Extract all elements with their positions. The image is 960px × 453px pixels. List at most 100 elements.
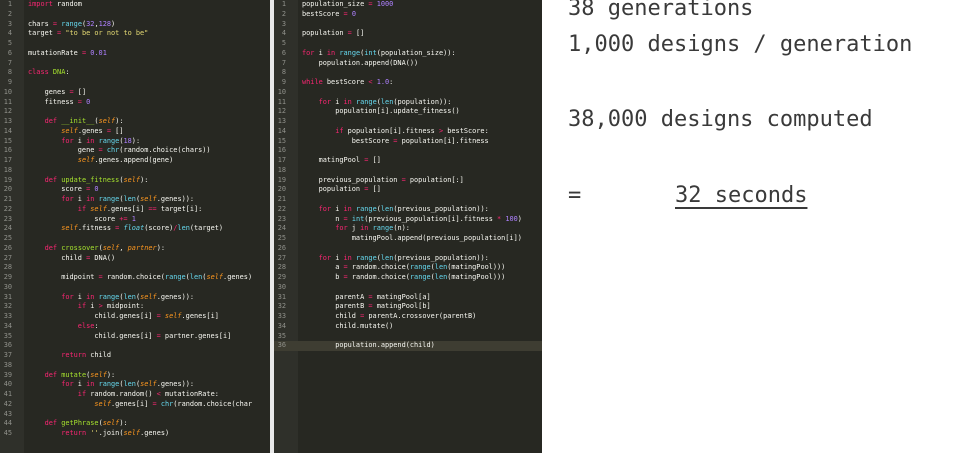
code-line[interactable]: 24 self.fitness = float(score)/len(targe… [0,224,270,234]
code-line[interactable]: 6 mutationRate = 0.01 [0,49,270,59]
code-line[interactable]: 38 [0,361,270,371]
code-line[interactable]: 28 [0,263,270,273]
line-number: 3 [281,19,286,28]
code-line[interactable]: 4 population = [] [274,29,542,39]
code-line[interactable]: 22 for i in range(len(previous_populatio… [274,205,542,215]
code-line[interactable]: 14 self.genes = [] [0,127,270,137]
code-line[interactable]: 5 [274,39,542,49]
code-line[interactable]: 34 child.mutate() [274,322,542,332]
code-line[interactable]: 30 [0,283,270,293]
code-line[interactable]: 35 [274,332,542,342]
code-line[interactable]: 29 b = random.choice(range(len(matingPoo… [274,273,542,283]
code-line[interactable]: 36 [0,341,270,351]
code-line[interactable]: 12 [0,107,270,117]
code-line[interactable]: 10 genes = [] [0,88,270,98]
line-number: 4 [281,29,286,38]
code-line[interactable]: 2 [0,10,270,20]
code-area-main-loop[interactable]: 1 population_size = 1000 2 bestScore = 0 34 p… [274,0,542,351]
code-text: for i in range(int(population_size)): [302,48,456,57]
code-line[interactable]: 17 matingPool = [] [274,156,542,166]
code-line[interactable]: 34 else: [0,322,270,332]
line-number: 33 [277,312,286,320]
code-text: for i in range(len(self.genes)): [61,292,195,301]
code-text: def getPhrase(self): [44,419,128,428]
code-line[interactable]: 21 [274,195,542,205]
code-line[interactable]: 39 def mutate(self): [0,371,270,381]
code-line[interactable]: 20 score = 0 [0,185,270,195]
code-line[interactable]: 18 [274,166,542,176]
code-line[interactable]: 28 a = random.choice(range(len(matingPoo… [274,263,542,273]
code-line[interactable]: 12 population[i].update_fitness() [274,107,542,117]
code-text: previous_population = population[:] [302,175,464,184]
code-line[interactable]: 1 import random [0,0,270,10]
code-line[interactable]: 8 [274,68,542,78]
code-editor-left[interactable]: 1 import random 2 3 chars = range(32,128) 4 ta… [0,0,270,453]
code-line[interactable]: 27 for i in range(len(previous_populatio… [274,254,542,264]
code-line[interactable]: 25 matingPool.append(previous_population… [274,234,542,244]
code-line[interactable]: 13 def __init__(self): [0,117,270,127]
code-line[interactable]: 25 [0,234,270,244]
code-line[interactable]: 5 [0,39,270,49]
code-line[interactable]: 23 n = int(previous_population[i].fitnes… [274,215,542,225]
code-line[interactable]: 6 for i in range(int(population_size)): [274,49,542,59]
code-line[interactable]: 31 for i in range(len(self.genes)): [0,293,270,303]
code-line[interactable]: 3 chars = range(32,128) [0,20,270,30]
code-line[interactable]: 22 if self.genes[i] == target[i]: [0,205,270,215]
code-line[interactable]: 41 if random.random() < mutationRate: [0,390,270,400]
code-line[interactable]: 29 midpoint = random.choice(range(len(se… [0,273,270,283]
code-line[interactable]: 32 parentB = matingPool[b] [274,302,542,312]
code-line[interactable]: 11 fitness = 0 [0,98,270,108]
code-line[interactable]: 17 self.genes.append(gene) [0,156,270,166]
code-line[interactable]: 4 target = "to be or not to be" [0,29,270,39]
code-line[interactable]: 15 bestScore = population[i].fitness [274,137,542,147]
code-line[interactable]: 16 [274,146,542,156]
code-line[interactable]: 10 [274,88,542,98]
code-line[interactable]: 20 population = [] [274,185,542,195]
code-text: child = parentA.crossover(parentB) [302,312,477,320]
code-line[interactable]: 24 for j in range(n): [274,224,542,234]
code-line[interactable]: 8 class DNA: [0,68,270,78]
code-line[interactable]: 33 child = parentA.crossover(parentB) [274,312,542,322]
code-line[interactable]: 44 def getPhrase(self): [0,419,270,429]
code-line[interactable]: 40 for i in range(len(self.genes)): [0,380,270,390]
code-line[interactable]: 13 [274,117,542,127]
code-text: matingPool = [] [302,156,381,164]
code-line[interactable]: 37 return child [0,351,270,361]
code-line[interactable]: 45 return ''.join(self.genes) [0,429,270,439]
code-line[interactable]: 2 bestScore = 0 [274,10,542,20]
code-text: child.genes[i] = self.genes[i] [28,312,219,320]
code-line[interactable]: 23 score += 1 [0,215,270,225]
line-number: 38 [3,360,12,369]
line-number: 33 [3,312,12,320]
code-line[interactable]: 31 parentA = matingPool[a] [274,293,542,303]
code-line[interactable]: 30 [274,283,542,293]
code-line[interactable]: 21 for i in range(len(self.genes)): [0,195,270,205]
code-line[interactable]: 18 [0,166,270,176]
code-line[interactable]: 9 while bestScore < 1.0: [274,78,542,88]
code-text: for i in range(len(previous_population))… [318,204,489,213]
code-line[interactable]: 19 previous_population = population[:] [274,176,542,186]
code-editor-right[interactable]: 1 population_size = 1000 2 bestScore = 0 34 p… [274,0,542,453]
code-line[interactable]: 26 [274,244,542,254]
code-line[interactable]: 11 for i in range(len(population)): [274,98,542,108]
code-line[interactable]: 15 for i in range(18): [0,137,270,147]
code-line[interactable]: 3 [274,20,542,30]
code-line[interactable]: 19 def update_fitness(self): [0,176,270,186]
results-notes: 38 generations 1,000 designs / generatio… [568,0,960,453]
code-line[interactable]: 16 gene = chr(random.choice(chars)) [0,146,270,156]
code-line[interactable]: 43 [0,410,270,420]
code-line[interactable]: 1 population_size = 1000 [274,0,542,10]
code-line[interactable]: 35 child.genes[i] = partner.genes[i] [0,332,270,342]
line-number: 14 [277,126,286,135]
code-line[interactable]: 26 def crossover(self, partner): [0,244,270,254]
code-line[interactable]: 33 child.genes[i] = self.genes[i] [0,312,270,322]
code-line[interactable]: 7 population.append(DNA()) [274,59,542,69]
code-line[interactable]: 7 [0,59,270,69]
code-line[interactable]: 32 if i > midpoint: [0,302,270,312]
code-line[interactable]: 42 self.genes[i] = chr(random.choice(cha… [0,400,270,410]
code-line[interactable]: 14 if population[i].fitness > bestScore: [274,127,542,137]
code-area-dna-class[interactable]: 1 import random 2 3 chars = range(32,128) 4 ta… [0,0,270,439]
code-line[interactable]: 27 child = DNA() [0,254,270,264]
code-line[interactable]: 36 population.append(child) [274,341,542,351]
code-line[interactable]: 9 [0,78,270,88]
